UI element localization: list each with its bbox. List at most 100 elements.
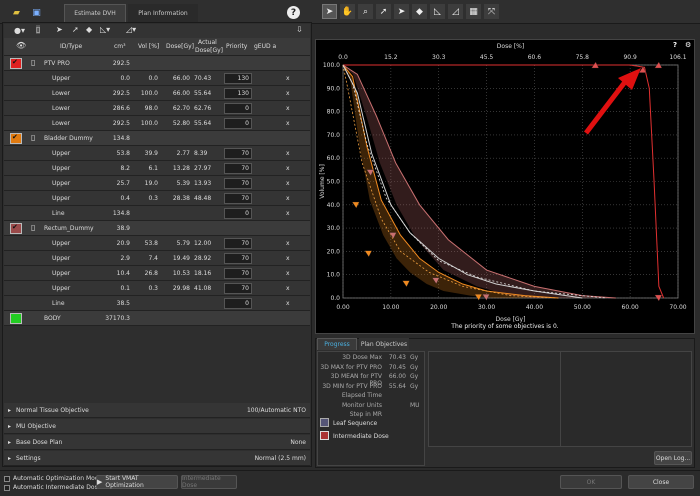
objective-vol[interactable]: 7.4 [132,255,158,262]
upper-objective-icon[interactable]: ➤ [56,25,63,34]
grid-tool-icon[interactable]: ▦ [466,4,481,19]
delete-objective-icon[interactable]: x [286,120,290,127]
delete-objective-icon[interactable]: x [286,285,290,292]
section-expand-icon[interactable]: ▸ [8,439,11,446]
objective-priority[interactable]: 70 [224,285,249,292]
help-button[interactable]: ? [287,6,300,19]
objective-row[interactable]: Upper 2.9 7.4 19.49 28.92 70 x [4,251,310,266]
open-folder-icon[interactable]: ▰ [10,6,23,19]
objective-row[interactable]: Upper 53.8 39.9 2.77 8.39 70 x [4,146,310,161]
structure-row[interactable]: ✔ ▯ PTV PRO 292.5 [4,56,310,71]
objective-priority[interactable]: 0 [224,105,249,112]
delete-objective-icon[interactable]: x [286,255,290,262]
objective-row[interactable]: Upper 0.0 0.0 66.00 70.43 130 x [4,71,310,86]
objective-priority[interactable]: 70 [224,240,249,247]
objective-priority[interactable]: 0 [224,300,249,307]
objective-row[interactable]: Upper 20.9 53.8 5.79 12.00 70 x [4,236,310,251]
delete-objective-icon[interactable]: x [286,195,290,202]
tab-estimate-dvh[interactable]: Estimate DVH [64,4,126,22]
objective-row[interactable]: Line 38.5 0 x [4,296,310,311]
diamond-tool-icon[interactable]: ◆ [412,4,427,19]
tab-plan-objectives[interactable]: Plan Objectives [359,338,409,350]
delete-objective-icon[interactable]: x [286,90,290,97]
objective-priority[interactable]: 70 [224,180,249,187]
objective-priority[interactable]: 70 [224,150,249,157]
dvh-chart[interactable]: 0.00 0.0 10.00 15.2 20.00 30.3 30.00 45.5 40.00 6… [316,40,694,325]
delete-objective-icon[interactable]: x [286,270,290,277]
auto-intermediate-checkbox[interactable] [4,485,10,491]
delete-objective-icon[interactable]: x [286,165,290,172]
delete-objective-icon[interactable]: x [286,180,290,187]
arrow-tool-icon[interactable]: ➤ [394,4,409,19]
delete-objective-icon[interactable]: x [286,105,290,112]
dvh-line-tool-icon[interactable]: ◿ [448,4,463,19]
section-normal-tissue-objective[interactable]: ▸ Normal Tissue Objective 100/Automatic NT… [4,403,310,418]
objective-row[interactable]: Line 134.8 0 x [4,206,310,221]
open-log-button[interactable]: Open Log... [654,451,692,465]
objective-row[interactable]: Lower 286.6 98.0 62.70 62.76 0 x [4,101,310,116]
page-icon[interactable]: ▯ [36,25,41,34]
line-objective-icon[interactable]: ◺▾ [100,25,110,34]
pan-hand-icon[interactable]: ✋ [340,4,355,19]
move-tool-icon[interactable]: ➚ [376,4,391,19]
objective-vol[interactable]: 0.3 [132,285,158,292]
delete-objective-icon[interactable]: x [286,150,290,157]
objective-dose[interactable]: 5.79 [162,240,190,247]
objective-priority[interactable]: 70 [224,195,249,202]
objective-row[interactable]: Upper 10.4 26.8 10.53 18.16 70 x [4,266,310,281]
intermediate-dose-button[interactable]: Intermediate Dose [181,475,237,489]
objective-priority[interactable]: 130 [224,75,249,82]
objective-row[interactable]: Upper 25.7 19.0 5.39 13.93 70 x [4,176,310,191]
objective-priority[interactable]: 0 [224,210,249,217]
objective-priority[interactable]: 70 [224,165,249,172]
section-expand-icon[interactable]: ▸ [8,455,11,462]
objective-vol[interactable]: 98.0 [132,105,158,112]
delete-objective-icon[interactable]: x [286,75,290,82]
ok-button[interactable]: OK [560,475,622,489]
objective-row[interactable]: Upper 8.2 6.1 13.28 27.97 70 x [4,161,310,176]
objective-vol[interactable]: 39.9 [132,150,158,157]
structure-row[interactable]: ✔ ▯ Bladder Dummy 134.8 [4,131,310,146]
pointer-tool-icon[interactable]: ➤ [322,4,337,19]
objective-row[interactable]: Lower 292.5 100.0 66.00 55.64 130 x [4,86,310,101]
point-objective-icon[interactable]: ◆ [86,25,92,34]
objective-dose[interactable]: 28.38 [162,195,190,202]
objective-dose[interactable]: 5.39 [162,180,190,187]
objective-vol[interactable]: 100.0 [132,120,158,127]
curve-objective-icon[interactable]: ◿▾ [126,25,136,34]
delete-objective-icon[interactable]: x [286,300,290,307]
objective-dose[interactable]: 52.80 [162,120,190,127]
tab-plan-information[interactable]: Plan Information [128,4,198,22]
delete-objective-icon[interactable]: x [286,240,290,247]
objective-dose[interactable]: 66.00 [162,90,190,97]
delete-objective-icon[interactable]: x [286,210,290,217]
start-vmat-button[interactable]: ▶ Start VMAT Optimization [96,475,178,489]
objective-vol[interactable]: 100.0 [132,90,158,97]
fit-view-icon[interactable]: ⤧ [484,4,499,19]
section-expand-icon[interactable]: ▸ [8,423,11,430]
objective-priority[interactable]: 70 [224,255,249,262]
structure-row[interactable]: ✔ ▯ Rectum_Dummy 38.9 [4,221,310,236]
save-icon[interactable]: ▣ [30,6,43,19]
objective-dose[interactable]: 29.98 [162,285,190,292]
objective-row[interactable]: Lower 292.5 100.0 52.80 55.64 0 x [4,116,310,131]
objective-dose[interactable]: 10.53 [162,270,190,277]
section-base-dose-plan[interactable]: ▸ Base Dose Plan None [4,435,310,450]
section-settings[interactable]: ▸ Settings Normal (2.5 mm) [4,451,310,466]
structure-row[interactable]: BODY 37170.3 [4,311,310,326]
objective-dose[interactable]: 19.49 [162,255,190,262]
objective-vol[interactable]: 53.8 [132,240,158,247]
objective-dose[interactable]: 2.77 [162,150,190,157]
export-icon[interactable]: ⇩ [296,25,303,34]
structure-color-swatch[interactable] [10,313,22,324]
objective-priority[interactable]: 0 [224,120,249,127]
objective-vol[interactable]: 0.0 [132,75,158,82]
section-expand-icon[interactable]: ▸ [8,407,11,414]
lower-objective-icon[interactable]: ➚ [72,25,79,34]
objective-dose[interactable]: 66.00 [162,75,190,82]
objective-row[interactable]: Upper 0.1 0.3 29.98 41.08 70 x [4,281,310,296]
objective-dose[interactable]: 13.28 [162,165,190,172]
visibility-eye-icon[interactable]: 👁 [16,41,26,50]
objective-vol[interactable]: 6.1 [132,165,158,172]
tab-progress[interactable]: Progress [317,338,357,350]
